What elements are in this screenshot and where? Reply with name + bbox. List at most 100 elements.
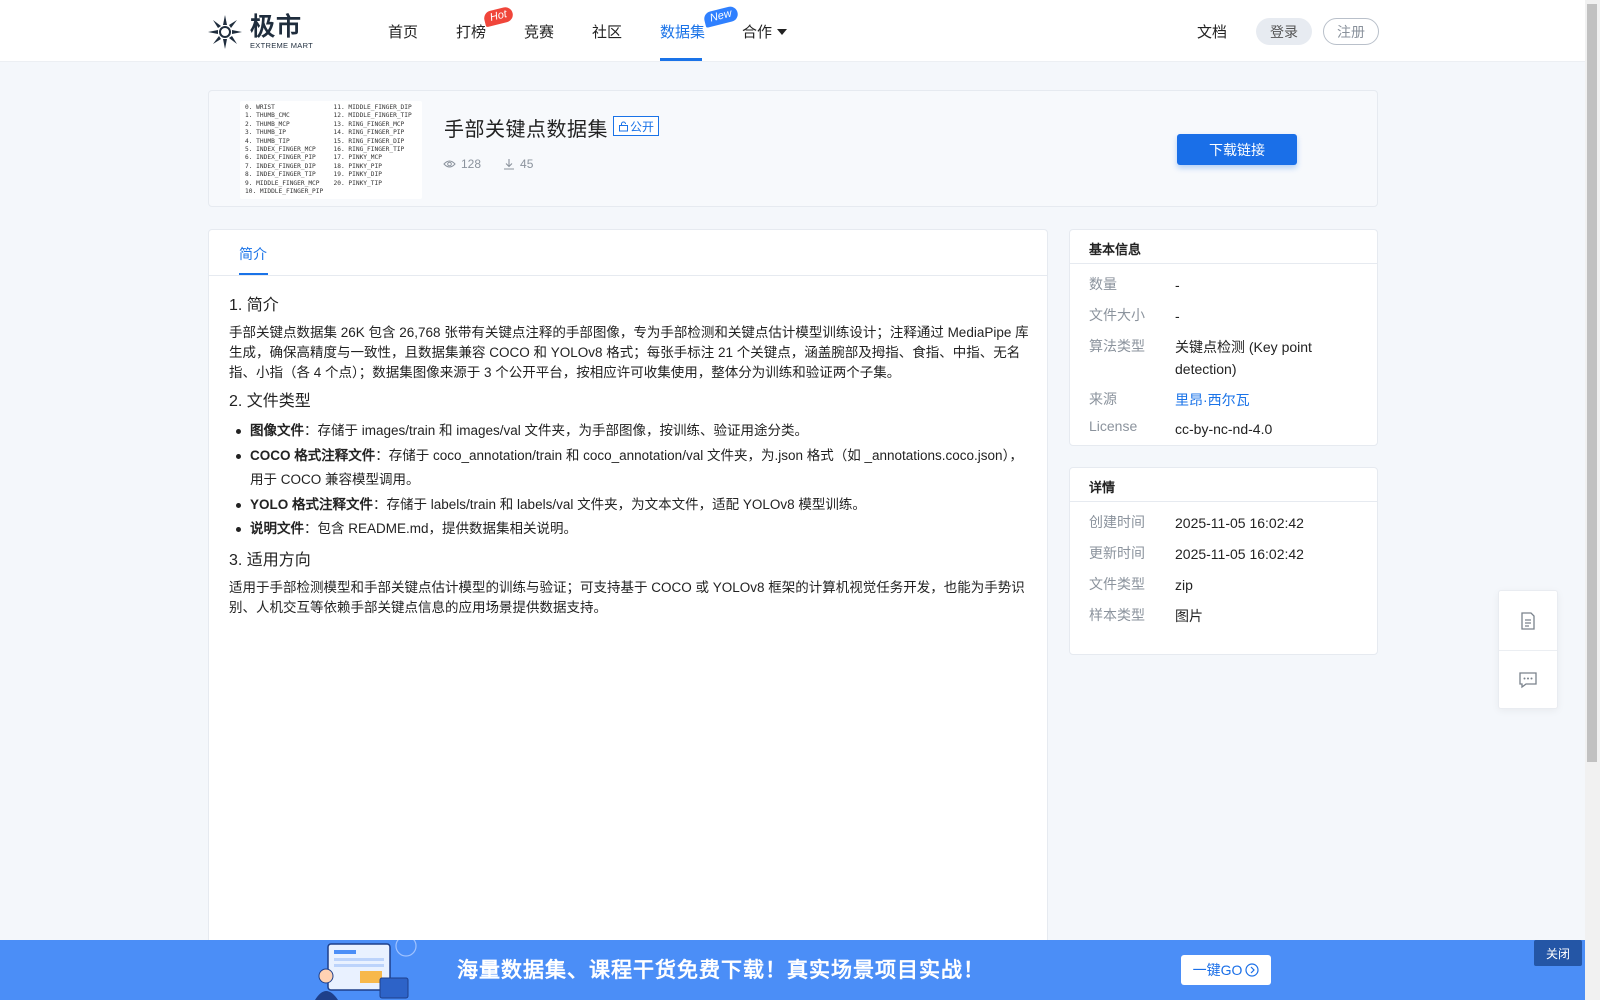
nav-cooperation-label: 合作	[742, 24, 773, 41]
thumbnail-keypoint-label: 16. RING_FINGER_TIP	[333, 146, 405, 154]
info-row-count: 数量 -	[1089, 274, 1365, 296]
thumbnail-keypoint-label: 14. RING_FINGER_PIP	[333, 129, 405, 137]
list-item-text: ：包含 README.md，提供数据集相关说明。	[304, 521, 578, 536]
section-heading-file-types: 2. 文件类型	[229, 393, 311, 410]
list-item-title: YOLO 格式注释文件	[250, 496, 374, 512]
active-tab-indicator	[239, 273, 268, 275]
document-icon[interactable]	[1518, 611, 1538, 631]
logo-mark-icon	[208, 15, 242, 49]
detail-label: 文件类型	[1089, 576, 1145, 592]
detail-row-created: 创建时间 2025-11-05 16:02:42	[1089, 512, 1365, 534]
detail-row-updated: 更新时间 2025-11-05 16:02:42	[1089, 543, 1365, 565]
logo-text: 极市	[250, 12, 303, 41]
visibility-tag: 公开	[613, 116, 660, 136]
detail-row-file-type: 文件类型 zip	[1089, 574, 1365, 596]
main-content-panel: 简介 1. 简介 手部关键点数据集 26K 包含 26,768 张带有关键点注释…	[208, 229, 1048, 949]
list-item-text: ：存储于 labels/train 和 labels/val 文件夹，为文本文件…	[373, 496, 866, 512]
info-label: 算法类型	[1089, 338, 1145, 354]
message-icon[interactable]	[1518, 670, 1538, 690]
thumbnail-keypoint-label: 19. PINKY_DIP	[333, 171, 382, 179]
details-title: 详情	[1070, 468, 1377, 502]
basic-info-panel: 基本信息 数量 - 文件大小 - 算法类型 关键点检测 (Key point d…	[1069, 229, 1378, 446]
info-value: -	[1175, 277, 1180, 293]
list-item: 说明文件：包含 README.md，提供数据集相关说明。	[229, 517, 1029, 542]
view-count-value: 128	[461, 157, 482, 171]
download-count: 45	[503, 157, 533, 171]
nav-competition[interactable]: 竞赛	[524, 21, 554, 42]
detail-value: 图片	[1175, 608, 1203, 624]
banner-go-label: 一键GO	[1192, 962, 1243, 978]
source-link[interactable]: 里昂·西尔瓦	[1175, 389, 1365, 411]
applications-paragraph: 适用于手部检测模型和手部关键点估计模型的训练与验证；可支持基于 COCO 或 Y…	[229, 579, 1025, 615]
nav-home[interactable]: 首页	[388, 21, 418, 42]
nav-datasets[interactable]: 数据集	[660, 21, 705, 42]
thumbnail-keypoint-label: 4. THUMB_TIP	[245, 137, 290, 145]
download-icon	[504, 159, 515, 170]
tab-bar: 简介	[209, 230, 1047, 276]
new-badge: New	[702, 5, 740, 28]
promo-banner[interactable]: 海量数据集、课程干货免费下载！真实场景项目实战！ 一键GO	[0, 940, 1585, 1000]
detail-label: 创建时间	[1089, 514, 1145, 530]
toolbar-divider	[1499, 650, 1557, 651]
info-row-source: 来源 里昂·西尔瓦	[1089, 389, 1365, 411]
tab-intro[interactable]: 简介	[239, 244, 267, 264]
thumbnail-keypoint-label: 11. MIDDLE_FINGER_DIP	[333, 104, 412, 111]
floating-toolbar	[1498, 590, 1558, 709]
dataset-description: 1. 简介 手部关键点数据集 26K 包含 26,768 张带有关键点注释的手部…	[229, 295, 1029, 626]
active-nav-indicator	[660, 58, 702, 61]
detail-value: zip	[1175, 577, 1193, 593]
file-type-list: 图像文件：存储于 images/train 和 images/val 文件夹，为…	[229, 419, 1029, 542]
register-button[interactable]: 注册	[1323, 18, 1379, 45]
thumbnail-keypoint-label: 8. INDEX_FINGER_TIP	[245, 171, 316, 179]
info-label: 数量	[1089, 276, 1117, 292]
logo-subtext: EXTREME MART	[250, 40, 314, 50]
thumbnail-keypoint-label: 6. INDEX_FINGER_PIP	[245, 154, 316, 162]
info-row-license: License cc-by-nc-nd-4.0	[1089, 418, 1365, 440]
detail-label: 更新时间	[1089, 545, 1145, 561]
login-button[interactable]: 登录	[1256, 18, 1312, 45]
banner-close-button[interactable]: 关闭	[1534, 940, 1582, 966]
thumbnail-keypoint-list-left: 0. WRIST 1. THUMB_CMC 2. THUMB_MCP 3. THUMB…	[245, 104, 334, 199]
thumbnail-keypoint-label: 0. WRIST	[245, 104, 275, 111]
site-logo[interactable]: 极市 EXTREME MART	[206, 13, 313, 51]
hot-badge: Hot	[482, 5, 515, 28]
banner-go-button[interactable]: 一键GO	[1181, 955, 1271, 985]
nav-leaderboard[interactable]: 打榜	[456, 21, 486, 42]
info-value: cc-by-nc-nd-4.0	[1175, 421, 1273, 437]
thumbnail-keypoint-label: 15. RING_FINGER_DIP	[333, 137, 405, 145]
eye-icon	[443, 160, 456, 168]
info-row-file-size: 文件大小 -	[1089, 305, 1365, 327]
view-count: 128	[443, 157, 481, 171]
info-value: -	[1175, 308, 1180, 324]
info-label: 文件大小	[1089, 307, 1145, 323]
list-item-title: 说明文件	[250, 521, 304, 536]
info-label: 来源	[1089, 391, 1117, 407]
detail-value: 2025-11-05 16:02:42	[1175, 546, 1304, 562]
info-value: 关键点检测 (Key point detection)	[1175, 339, 1312, 377]
details-panel: 详情 创建时间 2025-11-05 16:02:42 更新时间 2025-11…	[1069, 467, 1378, 655]
download-count-value: 45	[520, 157, 534, 171]
thumbnail-keypoint-label: 5. INDEX_FINGER_MCP	[245, 146, 316, 154]
basic-info-title: 基本信息	[1070, 230, 1377, 264]
thumbnail-keypoint-label: 1. THUMB_CMC	[245, 112, 290, 120]
vertical-scrollbar-thumb[interactable]	[1587, 4, 1597, 762]
public-icon	[619, 121, 628, 131]
thumbnail-keypoint-list-right: 11. MIDDLE_FINGER_DIP 12. MIDDLE_FINGER_T…	[334, 104, 423, 199]
dataset-thumbnail[interactable]: 0. WRIST 1. THUMB_CMC 2. THUMB_MCP 3. THUMB…	[240, 101, 422, 199]
list-item-title: COCO 格式注释文件	[250, 447, 376, 463]
docs-link[interactable]: 文档	[1197, 21, 1227, 42]
nav-community[interactable]: 社区	[592, 21, 622, 42]
intro-paragraph: 手部关键点数据集 26K 包含 26,768 张带有关键点注释的手部图像，专为手…	[229, 325, 1029, 380]
thumbnail-keypoint-label: 9. MIDDLE_FINGER_MCP	[245, 179, 320, 187]
thumbnail-keypoint-label: 13. RING_FINGER_MCP	[333, 120, 405, 128]
thumbnail-keypoint-label: 7. INDEX_FINGER_DIP	[245, 162, 316, 170]
dataset-stats: 128 45	[443, 157, 533, 171]
thumbnail-keypoint-label: 3. THUMB_IP	[245, 129, 286, 137]
caret-down-icon	[777, 29, 788, 35]
thumbnail-keypoint-label: 10. MIDDLE_FINGER_PIP	[245, 188, 324, 196]
info-row-algorithm-type: 算法类型 关键点检测 (Key point detection)	[1089, 336, 1365, 380]
section-heading-intro: 1. 简介	[229, 297, 279, 314]
download-link-button[interactable]: 下载链接	[1177, 134, 1297, 165]
visibility-tag-label: 公开	[630, 119, 655, 134]
nav-cooperation[interactable]: 合作	[742, 21, 788, 42]
